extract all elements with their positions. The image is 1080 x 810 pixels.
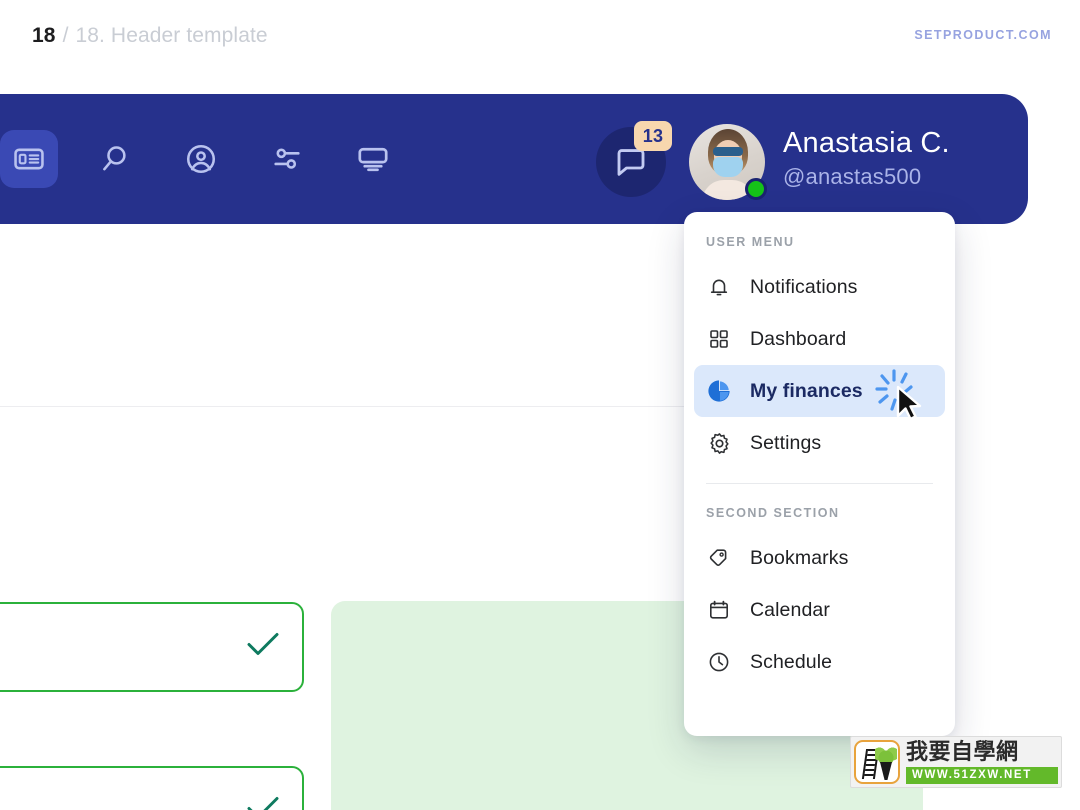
menu-item-calendar[interactable]: Calendar	[694, 584, 945, 636]
navbar-icon-group	[0, 94, 402, 224]
user-circle-icon	[186, 144, 216, 174]
menu-item-my-finances[interactable]: My finances	[694, 365, 945, 421]
menu-divider	[706, 483, 933, 484]
content-card-outlined-2	[0, 766, 304, 810]
user-handle: @anastas500	[783, 164, 922, 189]
avatar[interactable]	[689, 124, 767, 200]
user-name: Anastasia C.	[783, 127, 950, 159]
calendar-icon	[706, 597, 732, 623]
contact-card-icon	[14, 148, 44, 170]
menu-item-settings[interactable]: Settings	[694, 417, 945, 469]
nav-button-filters[interactable]	[258, 130, 316, 188]
watermark-url: WWW.51ZXW.NET	[906, 766, 1058, 784]
menu-item-label: My finances	[750, 379, 863, 402]
menu-item-label: Bookmarks	[750, 546, 849, 569]
gear-icon	[706, 430, 732, 456]
content-divider	[0, 406, 690, 407]
clock-icon	[706, 649, 732, 675]
watermark-logo-icon	[854, 740, 900, 784]
slide-index: 18	[32, 24, 56, 47]
watermark: 我要自學網 WWW.51ZXW.NET	[850, 736, 1062, 788]
nav-button-search[interactable]	[86, 130, 144, 188]
menu-item-notifications[interactable]: Notifications	[694, 261, 945, 313]
avatar-sunglasses	[713, 147, 743, 156]
bell-icon	[706, 274, 732, 300]
search-icon	[103, 146, 126, 171]
pot-shape	[880, 762, 892, 780]
checkmark-icon-2	[246, 796, 280, 810]
avatar-face-mask	[713, 157, 743, 177]
grid-icon	[706, 326, 732, 352]
watermark-text-group: 我要自學網 WWW.51ZXW.NET	[900, 739, 1061, 784]
chat-button[interactable]: 13	[596, 121, 672, 197]
menu-item-label: Dashboard	[750, 327, 847, 350]
chat-unread-badge: 13	[634, 121, 672, 151]
breadcrumb-separator: /	[62, 24, 69, 47]
user-identity[interactable]: Anastasia C. @anastas500	[783, 126, 950, 192]
nav-button-contact-card[interactable]	[0, 130, 58, 188]
nav-button-display[interactable]	[344, 130, 402, 188]
menu-item-bookmarks[interactable]: Bookmarks	[694, 532, 945, 584]
breadcrumb: 18 / 18. Header template	[32, 24, 268, 48]
menu-section-label-second-section: SECOND SECTION	[706, 506, 840, 520]
screenshot-root: 18 / 18. Header template SETPRODUCT.COM	[0, 0, 1080, 810]
menu-item-dashboard[interactable]: Dashboard	[694, 313, 945, 365]
monitor-icon	[358, 147, 388, 172]
menu-item-schedule[interactable]: Schedule	[694, 636, 945, 688]
menu-item-label: Settings	[750, 431, 822, 454]
user-menu-dropdown: USER MENU Notifications Dashboard My fin…	[684, 212, 955, 736]
menu-item-label: Notifications	[750, 275, 858, 298]
checkmark-icon	[246, 632, 280, 663]
watermark-title: 我要自學網	[906, 739, 1019, 765]
tag-icon	[706, 545, 732, 571]
menu-section-label-user-menu: USER MENU	[706, 235, 795, 249]
page-title: 18. Header template	[75, 24, 268, 47]
filter-sliders-icon	[274, 148, 300, 169]
nav-button-account[interactable]	[172, 130, 230, 188]
pie-chart-icon	[706, 378, 732, 404]
content-card-outlined	[0, 602, 304, 692]
brand-link[interactable]: SETPRODUCT.COM	[914, 28, 1052, 42]
status-badge-online	[745, 178, 767, 200]
menu-item-label: Calendar	[750, 598, 830, 621]
menu-item-label: Schedule	[750, 650, 833, 673]
